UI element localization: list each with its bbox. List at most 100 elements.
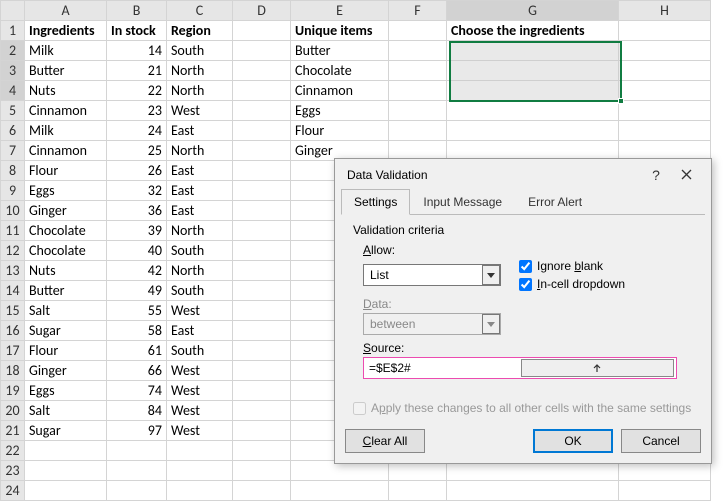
cell[interactable]: South: [167, 341, 233, 361]
cell[interactable]: 49: [107, 281, 167, 301]
cell[interactable]: West: [167, 101, 233, 121]
row-header[interactable]: 13: [1, 261, 25, 281]
row-header[interactable]: 23: [1, 461, 25, 481]
cell[interactable]: Milk: [25, 41, 107, 61]
cell[interactable]: [233, 381, 291, 401]
cell[interactable]: [291, 481, 389, 501]
cell[interactable]: Milk: [25, 121, 107, 141]
cell[interactable]: West: [167, 421, 233, 441]
row-header[interactable]: 17: [1, 341, 25, 361]
cell[interactable]: Salt: [25, 401, 107, 421]
cell[interactable]: [233, 81, 291, 101]
cell[interactable]: North: [167, 261, 233, 281]
cell[interactable]: [233, 341, 291, 361]
cell[interactable]: [619, 101, 711, 121]
collapse-range-button[interactable]: [521, 359, 675, 377]
source-input[interactable]: =$E$2#: [363, 357, 677, 379]
cell[interactable]: 36: [107, 201, 167, 221]
cell[interactable]: South: [167, 241, 233, 261]
cell[interactable]: [233, 301, 291, 321]
cell[interactable]: 74: [107, 381, 167, 401]
cell[interactable]: [233, 421, 291, 441]
cell[interactable]: Chocolate: [291, 61, 389, 81]
col-header-F[interactable]: F: [389, 1, 447, 21]
cell[interactable]: Nuts: [25, 261, 107, 281]
cell[interactable]: Salt: [25, 301, 107, 321]
cell[interactable]: Unique items: [291, 21, 389, 41]
cell[interactable]: [233, 61, 291, 81]
cell[interactable]: [233, 461, 291, 481]
cell[interactable]: 84: [107, 401, 167, 421]
clear-all-button[interactable]: Clear All: [345, 429, 425, 453]
cell[interactable]: [619, 21, 711, 41]
row-header[interactable]: 16: [1, 321, 25, 341]
cell[interactable]: East: [167, 161, 233, 181]
row-header[interactable]: 15: [1, 301, 25, 321]
cell[interactable]: East: [167, 321, 233, 341]
cell[interactable]: Cinnamon: [25, 141, 107, 161]
cell[interactable]: [389, 41, 447, 61]
col-header-H[interactable]: H: [619, 1, 711, 21]
row-header[interactable]: 3: [1, 61, 25, 81]
row-header[interactable]: 14: [1, 281, 25, 301]
col-header-A[interactable]: A: [25, 1, 107, 21]
cell[interactable]: East: [167, 201, 233, 221]
cell[interactable]: [447, 481, 619, 501]
cell[interactable]: South: [167, 281, 233, 301]
cell[interactable]: [233, 21, 291, 41]
col-header-B[interactable]: B: [107, 1, 167, 21]
cell[interactable]: Butter: [25, 281, 107, 301]
cell[interactable]: [107, 461, 167, 481]
cell[interactable]: [25, 461, 107, 481]
cell[interactable]: Chocolate: [25, 221, 107, 241]
cell[interactable]: 22: [107, 81, 167, 101]
row-header[interactable]: 4: [1, 81, 25, 101]
cell[interactable]: Cinnamon: [25, 101, 107, 121]
cell[interactable]: 25: [107, 141, 167, 161]
cell[interactable]: In stock: [107, 21, 167, 41]
cell[interactable]: Sugar: [25, 321, 107, 341]
cell[interactable]: [233, 221, 291, 241]
cell[interactable]: Flour: [25, 341, 107, 361]
cell[interactable]: [233, 101, 291, 121]
cell[interactable]: [25, 481, 107, 501]
cell[interactable]: [447, 121, 619, 141]
col-header-D[interactable]: D: [233, 1, 291, 21]
row-header[interactable]: 10: [1, 201, 25, 221]
cell[interactable]: [233, 241, 291, 261]
cell[interactable]: Eggs: [25, 181, 107, 201]
cell[interactable]: [107, 481, 167, 501]
row-header[interactable]: 24: [1, 481, 25, 501]
cell[interactable]: North: [167, 141, 233, 161]
cell[interactable]: [233, 401, 291, 421]
cell[interactable]: [233, 481, 291, 501]
cell[interactable]: East: [167, 181, 233, 201]
cell[interactable]: East: [167, 121, 233, 141]
cell[interactable]: [447, 81, 619, 101]
cell[interactable]: [619, 61, 711, 81]
cell[interactable]: 26: [107, 161, 167, 181]
cell[interactable]: North: [167, 221, 233, 241]
cell[interactable]: Nuts: [25, 81, 107, 101]
row-header[interactable]: 21: [1, 421, 25, 441]
cell[interactable]: 32: [107, 181, 167, 201]
cell[interactable]: 21: [107, 61, 167, 81]
cell[interactable]: [389, 21, 447, 41]
row-header[interactable]: 1: [1, 21, 25, 41]
cell[interactable]: [167, 441, 233, 461]
cell[interactable]: [233, 361, 291, 381]
cell[interactable]: Region: [167, 21, 233, 41]
cell[interactable]: North: [167, 61, 233, 81]
cancel-button[interactable]: Cancel: [621, 429, 701, 453]
row-header[interactable]: 6: [1, 121, 25, 141]
col-header-C[interactable]: C: [167, 1, 233, 21]
cell[interactable]: West: [167, 301, 233, 321]
cell[interactable]: [447, 101, 619, 121]
row-header[interactable]: 11: [1, 221, 25, 241]
cell[interactable]: [233, 181, 291, 201]
cell[interactable]: [619, 81, 711, 101]
cell[interactable]: West: [167, 381, 233, 401]
cell[interactable]: [389, 121, 447, 141]
cell[interactable]: [233, 121, 291, 141]
cell[interactable]: 42: [107, 261, 167, 281]
